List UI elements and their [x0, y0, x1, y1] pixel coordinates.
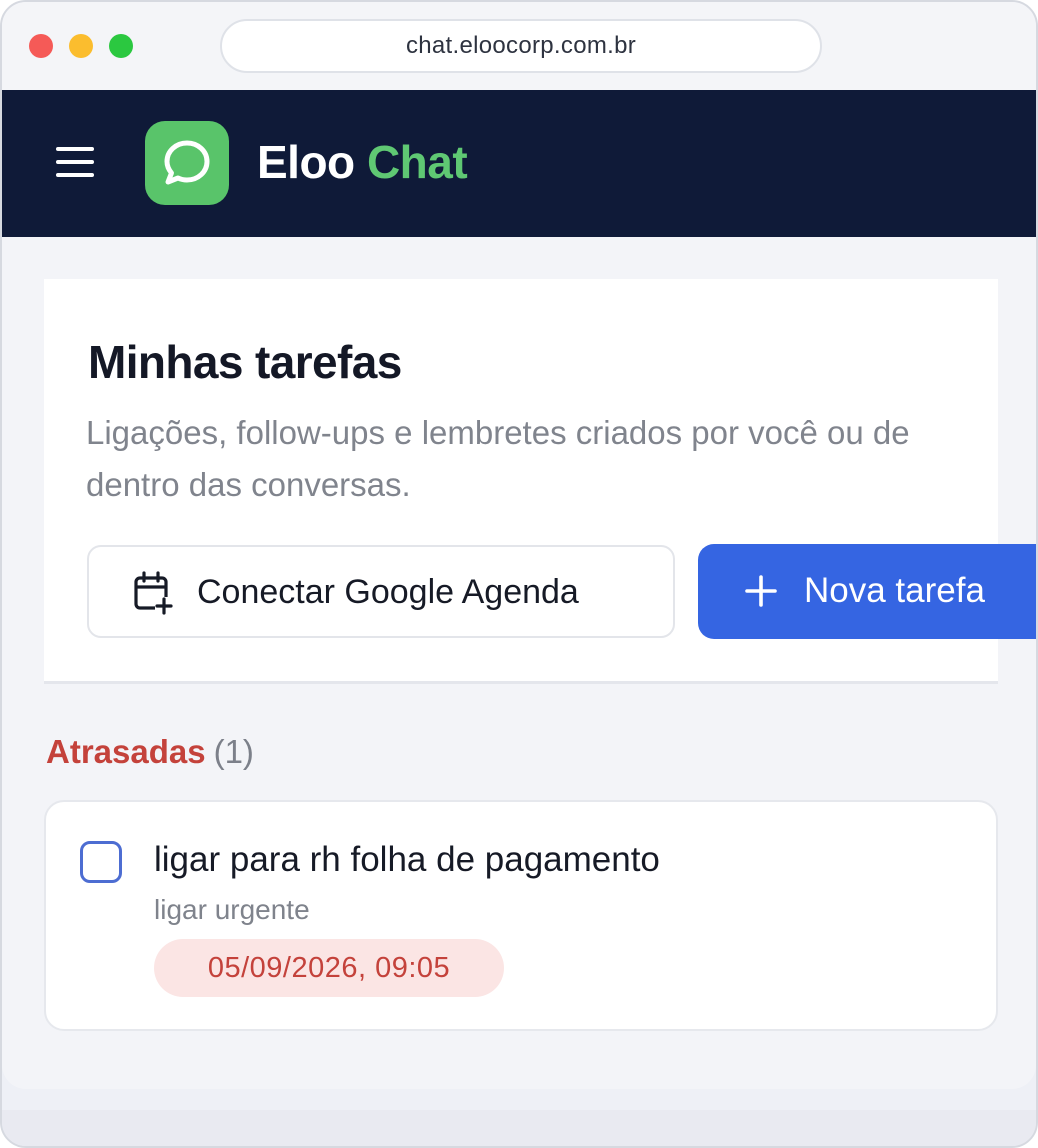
url-text: chat.eloocorp.com.br [405, 32, 637, 59]
new-task-label: Nova tarefa [804, 571, 985, 610]
section-divider [44, 681, 998, 684]
section-count: (1) [213, 733, 254, 770]
connect-google-calendar-label: Conectar Google Agenda [197, 573, 579, 611]
page-subtitle: Ligações, follow-ups e lembretes criados… [86, 414, 910, 503]
browser-chrome: chat.eloocorp.com.br [2, 2, 1036, 90]
app-header: Eloo Chat [2, 90, 1036, 237]
brand-name-part2: Chat [366, 136, 468, 188]
new-task-button[interactable]: Nova tarefa [698, 544, 1036, 639]
section-name: Atrasadas [46, 733, 206, 770]
task-due-date-badge: 05/09/2026, 09:05 [154, 939, 504, 997]
task-note: ligar urgente [154, 894, 310, 925]
maximize-window-button[interactable] [109, 34, 133, 58]
browser-window: chat.eloocorp.com.br Eloo Chat Minhas ta… [0, 0, 1038, 1148]
task-card[interactable]: ligar para rh folha de pagamento ligar u… [44, 800, 998, 1031]
plus-icon [745, 575, 777, 607]
overdue-section-header: Atrasadas (1) [46, 733, 254, 771]
task-title: ligar para rh folha de pagamento [154, 840, 660, 879]
page-title: Minhas tarefas [88, 336, 402, 388]
task-complete-checkbox[interactable] [80, 841, 122, 883]
chat-bubble-icon [164, 140, 210, 185]
main-content: Minhas tarefas Ligações, follow-ups e le… [2, 237, 1036, 1089]
tasks-header-panel: Minhas tarefas Ligações, follow-ups e le… [44, 279, 1036, 681]
connect-google-calendar-button[interactable]: Conectar Google Agenda [87, 545, 675, 638]
hamburger-menu-icon[interactable] [54, 144, 98, 180]
calendar-plus-icon [134, 571, 173, 615]
bottom-bar [2, 1110, 1036, 1146]
address-bar[interactable]: chat.eloocorp.com.br [220, 19, 822, 73]
app-brand: Eloo Chat [257, 136, 468, 188]
app-logo[interactable] [145, 121, 229, 205]
close-window-button[interactable] [29, 34, 53, 58]
minimize-window-button[interactable] [69, 34, 93, 58]
task-due-date: 05/09/2026, 09:05 [207, 951, 451, 984]
brand-name-part1: Eloo [257, 136, 355, 188]
